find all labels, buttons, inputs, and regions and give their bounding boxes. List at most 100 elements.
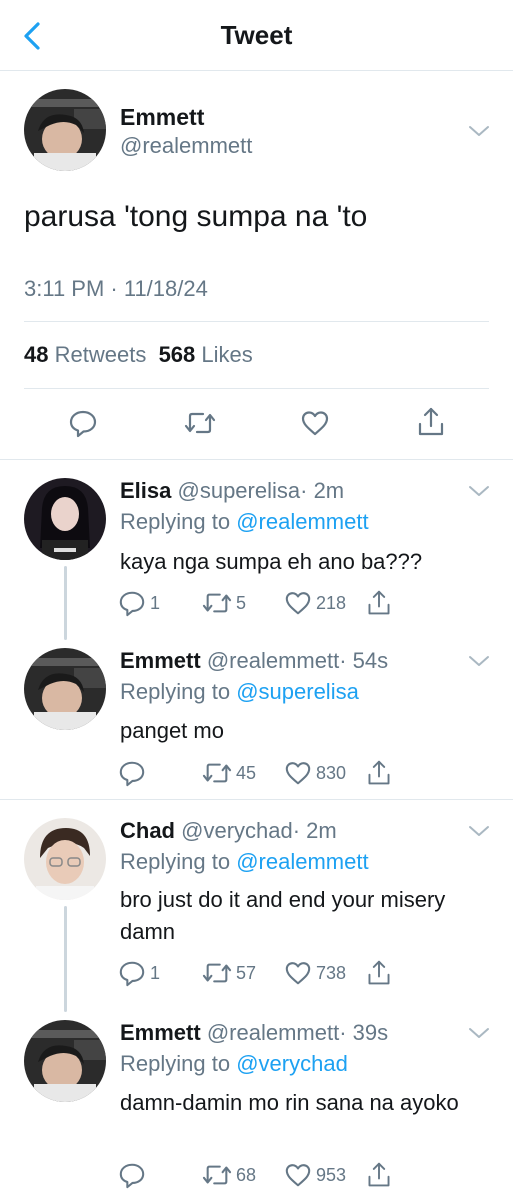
share-button[interactable]	[366, 759, 392, 787]
avatar[interactable]	[24, 478, 106, 560]
chevron-down-icon	[469, 486, 489, 496]
divider	[24, 388, 489, 389]
more-options-button[interactable]	[468, 654, 490, 668]
avatar[interactable]	[24, 818, 106, 900]
retweet-count-link[interactable]: 48 Retweets	[24, 342, 146, 367]
replying-to: Replying to @superelisa	[120, 679, 359, 704]
avatar[interactable]	[24, 89, 106, 171]
reply-text: panget mo	[120, 718, 224, 743]
retweet-button[interactable]: 5	[202, 589, 246, 617]
reply-button[interactable]	[118, 1161, 150, 1189]
like-button[interactable]	[300, 408, 330, 438]
like-button[interactable]: 738	[284, 959, 346, 987]
like-button[interactable]: 830	[284, 759, 346, 787]
reply-text: bro just do it and end your misery damn	[120, 887, 446, 944]
share-button[interactable]	[416, 406, 446, 438]
mention-link[interactable]: @realemmett	[236, 509, 368, 534]
mention-link[interactable]: @superelisa	[236, 679, 359, 704]
chevron-down-icon	[469, 826, 489, 836]
reply-button[interactable]: 1	[118, 589, 160, 617]
retweet-icon	[202, 763, 232, 783]
chevron-down-icon	[469, 1028, 489, 1038]
share-button[interactable]	[366, 589, 392, 617]
share-icon	[368, 760, 390, 785]
heart-icon	[301, 411, 329, 436]
retweet-icon	[184, 412, 216, 434]
reply-header: Emmett @realemmett· 39s	[120, 1020, 388, 1046]
reply-icon	[119, 761, 145, 787]
reply-text: damn-damin mo rin sana na ayoko	[120, 1090, 459, 1115]
author-name[interactable]: Chad	[120, 818, 175, 843]
reply-button[interactable]: 1	[118, 959, 160, 987]
reply-time: · 54s	[339, 648, 389, 673]
more-options-button[interactable]	[468, 824, 490, 838]
author-handle[interactable]: @realemmett	[207, 648, 339, 673]
retweet-icon	[202, 1165, 232, 1185]
retweet-count: 5	[236, 592, 247, 613]
heart-icon	[285, 1164, 311, 1187]
retweet-button[interactable]: 57	[202, 959, 256, 987]
author-handle[interactable]: @realemmett	[120, 133, 252, 159]
tweet-stats: 48 Retweets 568 Likes	[24, 342, 253, 368]
heart-icon	[285, 592, 311, 615]
divider	[24, 321, 489, 322]
share-button[interactable]	[366, 959, 392, 987]
tweet-text: parusa 'tong sumpa na 'to	[24, 200, 368, 233]
author-handle[interactable]: @verychad	[181, 818, 293, 843]
retweet-button[interactable]: 68	[202, 1161, 256, 1189]
share-icon	[368, 1162, 390, 1187]
thread-line	[64, 906, 67, 1012]
thread-line	[64, 566, 67, 640]
retweet-count: 57	[236, 962, 257, 983]
author-handle[interactable]: @superelisa	[178, 478, 301, 503]
like-count-link[interactable]: 568 Likes	[159, 342, 253, 367]
reply-icon	[119, 961, 145, 987]
divider	[0, 459, 513, 460]
like-button[interactable]: 953	[284, 1161, 346, 1189]
action-bar: 1 57 738	[118, 959, 498, 987]
author-name[interactable]: Emmett	[120, 1020, 201, 1045]
like-count: 953	[316, 1164, 347, 1185]
divider	[0, 799, 513, 800]
more-options-button[interactable]	[468, 484, 490, 498]
reply-header: Chad @verychad· 2m	[120, 818, 337, 844]
tweet-timestamp: 3:11 PM · 11/18/24	[24, 276, 208, 301]
reply-header: Elisa @superelisa· 2m	[120, 478, 344, 504]
reply-count: 1	[150, 592, 161, 613]
reply-icon	[119, 1163, 145, 1189]
share-button[interactable]	[366, 1161, 392, 1189]
replying-to: Replying to @realemmett	[120, 849, 369, 874]
like-count: 738	[316, 962, 347, 983]
more-options-button[interactable]	[468, 124, 490, 138]
author-name[interactable]: Emmett	[120, 104, 204, 131]
share-icon	[368, 960, 390, 985]
header-divider	[0, 70, 513, 71]
reply-icon	[119, 591, 145, 617]
like-button[interactable]: 218	[284, 589, 346, 617]
reply-icon	[69, 410, 97, 438]
heart-icon	[285, 962, 311, 985]
like-count: 830	[316, 762, 347, 783]
like-count: 218	[316, 592, 347, 613]
replying-to: Replying to @realemmett	[120, 509, 369, 534]
reply-button[interactable]	[68, 408, 98, 438]
retweet-icon	[202, 963, 232, 983]
mention-link[interactable]: @verychad	[236, 1051, 348, 1076]
reply-text: kaya nga sumpa eh ano ba???	[120, 549, 423, 574]
author-name[interactable]: Elisa	[120, 478, 171, 503]
retweet-button[interactable]	[184, 408, 216, 438]
retweet-count: 45	[236, 762, 257, 783]
reply-header: Emmett @realemmett· 54s	[120, 648, 388, 674]
reply-button[interactable]	[118, 759, 150, 787]
action-bar: 1 5 218	[118, 589, 498, 617]
author-name[interactable]: Emmett	[120, 648, 201, 673]
avatar[interactable]	[24, 648, 106, 730]
retweet-icon	[202, 593, 232, 613]
page-title: Tweet	[220, 20, 293, 50]
avatar[interactable]	[24, 1020, 106, 1102]
more-options-button[interactable]	[468, 1026, 490, 1040]
retweet-button[interactable]: 45	[202, 759, 256, 787]
mention-link[interactable]: @realemmett	[236, 849, 368, 874]
heart-icon	[285, 762, 311, 785]
author-handle[interactable]: @realemmett	[207, 1020, 339, 1045]
